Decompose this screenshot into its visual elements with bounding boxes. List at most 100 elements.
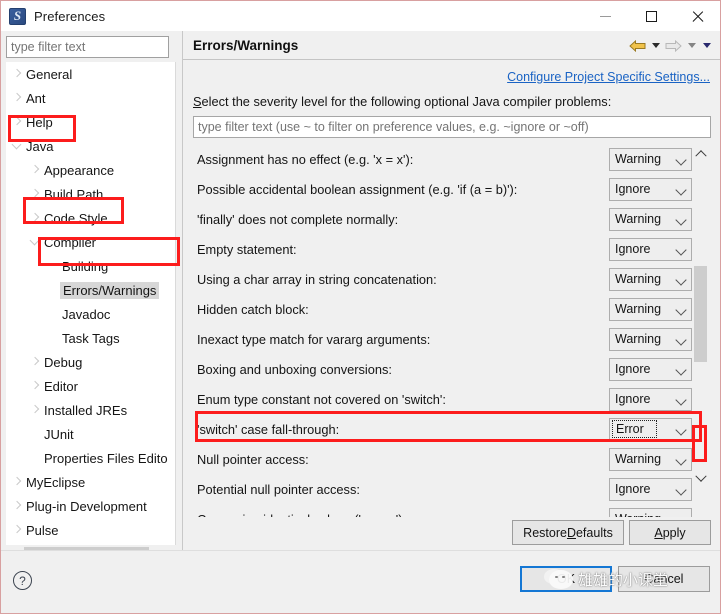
sidebar-item-building[interactable]: Building xyxy=(6,254,175,278)
chevron-right-icon[interactable] xyxy=(10,494,24,518)
sidebar-item-task-tags[interactable]: Task Tags xyxy=(6,326,175,350)
chevron-right-icon[interactable] xyxy=(10,470,24,494)
scroll-down-icon[interactable] xyxy=(692,470,709,487)
severity-value: Warning xyxy=(615,272,662,286)
sidebar-item-label: MyEclipse xyxy=(26,474,86,490)
view-menu-icon[interactable] xyxy=(701,39,713,53)
sidebar-item-pulse[interactable]: Pulse xyxy=(6,518,175,542)
severity-dropdown[interactable]: Ignore xyxy=(609,357,692,381)
forward-dropdown-icon[interactable] xyxy=(686,39,698,53)
cancel-button[interactable]: Cancel xyxy=(618,566,710,592)
chevron-right-icon[interactable] xyxy=(28,182,42,206)
chevron-down-icon[interactable] xyxy=(675,453,687,466)
chevron-down-icon[interactable] xyxy=(675,213,687,226)
severity-dropdown[interactable]: Warning xyxy=(609,147,692,171)
severity-dropdown[interactable]: Ignore xyxy=(609,387,692,411)
chevron-right-icon[interactable] xyxy=(28,374,42,398)
severity-dropdown[interactable]: Warning xyxy=(609,297,692,321)
sidebar-item-plug-in-development[interactable]: Plug-in Development xyxy=(6,494,175,518)
vscroll-thumb[interactable] xyxy=(694,266,707,362)
chevron-right-icon[interactable] xyxy=(10,110,24,134)
apply-button[interactable]: Apply xyxy=(629,520,711,545)
option-label: Null pointer access: xyxy=(197,451,309,467)
severity-dropdown[interactable]: Ignore xyxy=(609,177,692,201)
severity-value: Ignore xyxy=(615,242,651,256)
chevron-down-icon[interactable] xyxy=(675,303,687,316)
sidebar-item-appearance[interactable]: Appearance xyxy=(6,158,175,182)
chevron-down-icon[interactable] xyxy=(675,513,687,517)
options-vertical-scrollbar[interactable] xyxy=(692,144,709,487)
sidebar-item-ant[interactable]: Ant xyxy=(6,86,175,110)
sidebar-item-build-path[interactable]: Build Path xyxy=(6,182,175,206)
sidebar-item-myeclipse[interactable]: MyEclipse xyxy=(6,470,175,494)
sidebar-item-properties-files-edito[interactable]: Properties Files Edito xyxy=(6,446,175,470)
tree-filter-input[interactable] xyxy=(6,36,169,58)
configure-project-specific-settings-link[interactable]: Configure Project Specific Settings... xyxy=(507,70,710,84)
chevron-down-icon[interactable] xyxy=(675,483,687,496)
sidebar-item-code-style[interactable]: Code Style xyxy=(6,206,175,230)
dialog-footer: ? xyxy=(1,550,720,613)
sidebar-item-general[interactable]: General xyxy=(6,62,175,86)
option-row: 'finally' does not complete normally: War… xyxy=(193,204,692,234)
chevron-right-icon[interactable] xyxy=(28,158,42,182)
option-label: Comparing identical values ('x == x'): xyxy=(193,512,609,518)
severity-text: elect the severity level for the followi… xyxy=(201,94,612,109)
back-arrow-icon[interactable] xyxy=(629,38,647,54)
preference-page: Errors/Warnings Configure Project Specif… xyxy=(182,31,720,550)
sidebar-item-javadoc[interactable]: Javadoc xyxy=(6,302,175,326)
severity-value: Warning xyxy=(615,212,662,226)
chevron-down-icon[interactable] xyxy=(675,183,687,196)
sidebar-item-help[interactable]: Help xyxy=(6,110,175,134)
preference-value-filter-input[interactable] xyxy=(193,116,711,138)
chevron-down-icon[interactable] xyxy=(675,273,687,286)
maximize-button[interactable] xyxy=(628,1,674,31)
chevron-down-icon[interactable] xyxy=(28,230,42,254)
severity-dropdown[interactable]: Error xyxy=(609,417,692,441)
chevron-right-icon[interactable] xyxy=(10,86,24,110)
scroll-up-icon[interactable] xyxy=(692,144,709,161)
option-row: Hidden catch block: Warning xyxy=(193,294,692,324)
chevron-down-icon[interactable] xyxy=(10,134,24,158)
chevron-right-icon[interactable] xyxy=(28,398,42,422)
options-list: Assignment has no effect (e.g. 'x = x'):… xyxy=(193,144,692,517)
severity-value: Warning xyxy=(615,332,662,346)
minimize-button[interactable] xyxy=(582,1,628,31)
chevron-down-icon[interactable] xyxy=(675,153,687,166)
severity-dropdown[interactable]: Warning xyxy=(609,507,692,517)
sidebar-item-label: Editor xyxy=(44,378,78,394)
sidebar-item-errors-warnings[interactable]: Errors/Warnings xyxy=(6,278,175,302)
sidebar-item-junit[interactable]: JUnit xyxy=(6,422,175,446)
severity-dropdown[interactable]: Ignore xyxy=(609,477,692,501)
severity-dropdown[interactable]: Warning xyxy=(609,267,692,291)
chevron-down-icon[interactable] xyxy=(675,243,687,256)
option-label: Empty statement: xyxy=(197,241,297,257)
sidebar-item-label: Code Style xyxy=(44,210,108,226)
chevron-right-icon[interactable] xyxy=(28,350,42,374)
chevron-down-icon[interactable] xyxy=(675,423,687,436)
ok-button[interactable]: OK xyxy=(520,566,612,592)
restore-defaults-button[interactable]: Restore Defaults xyxy=(512,520,624,545)
chevron-down-icon[interactable] xyxy=(675,363,687,376)
severity-dropdown[interactable]: Warning xyxy=(609,327,692,351)
chevron-right-icon[interactable] xyxy=(28,206,42,230)
back-dropdown-icon[interactable] xyxy=(650,39,662,53)
close-button[interactable] xyxy=(674,1,720,31)
severity-dropdown[interactable]: Warning xyxy=(609,447,692,471)
option-row: Possible accidental boolean assignment (… xyxy=(193,174,692,204)
severity-dropdown[interactable]: Warning xyxy=(609,207,692,231)
chevron-down-icon[interactable] xyxy=(675,393,687,406)
sidebar-item-java[interactable]: Java xyxy=(6,134,175,158)
sidebar-item-label: Installed JREs xyxy=(44,402,128,418)
chevron-down-icon[interactable] xyxy=(675,333,687,346)
sidebar-item-installed-jres[interactable]: Installed JREs xyxy=(6,398,175,422)
sidebar-item-compiler[interactable]: Compiler xyxy=(6,230,175,254)
chevron-right-icon[interactable] xyxy=(10,62,24,86)
sidebar-item-editor[interactable]: Editor xyxy=(6,374,175,398)
chevron-right-icon[interactable] xyxy=(10,518,24,542)
sidebar-item-debug[interactable]: Debug xyxy=(6,350,175,374)
severity-dropdown[interactable]: Ignore xyxy=(609,237,692,261)
preferences-tree[interactable]: General Ant Help Java Appearance Build Path Co… xyxy=(6,62,176,545)
help-icon[interactable]: ? xyxy=(13,571,32,590)
window-title: Preferences xyxy=(34,8,106,24)
